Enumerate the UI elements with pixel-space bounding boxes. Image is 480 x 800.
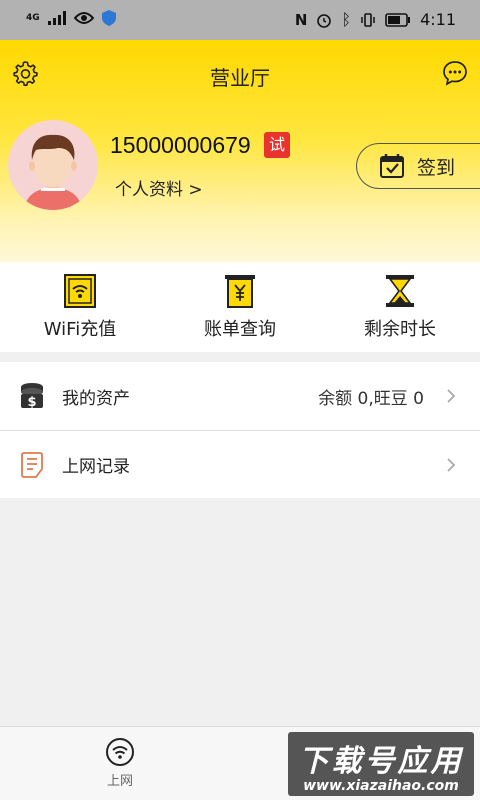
document-icon (21, 451, 43, 478)
quick-action-bill-query[interactable]: 账单查询 (160, 262, 320, 352)
signin-label: 签到 (417, 156, 456, 179)
watermark: 下载号应用 www.xiazaihao.com (288, 732, 474, 796)
watermark-url: www.xiazaihao.com (303, 778, 459, 794)
status-bar: 4G N ᛒ 4:11 (0, 0, 480, 40)
wifi-icon (106, 738, 134, 766)
quick-actions: WiFi充值 账单查询 剩余时长 (0, 262, 480, 352)
bill-icon (225, 275, 255, 308)
trial-badge: 试 (264, 132, 290, 158)
list-item-label: 上网记录 (62, 457, 130, 477)
chat-bubble-icon (443, 61, 467, 86)
profile-link[interactable]: 个人资料 > (115, 175, 203, 200)
shield-icon (101, 10, 116, 26)
quick-action-label: 账单查询 (204, 319, 276, 340)
coins-icon: $ (21, 383, 43, 410)
hourglass-icon (386, 275, 414, 307)
nfc-icon: N (294, 10, 308, 29)
svg-text:$: $ (27, 395, 36, 410)
quick-action-wifi-recharge[interactable]: WiFi充值 (0, 262, 160, 352)
menu-list: $ 我的资产 余额 0,旺豆 0 上网记录 (0, 362, 480, 498)
page-title: 营业厅 (210, 66, 270, 90)
signin-button[interactable]: 签到 (356, 143, 480, 189)
calendar-check-icon (380, 154, 404, 178)
list-item-browsing-records[interactable]: 上网记录 (0, 430, 480, 498)
quick-action-label: 剩余时长 (364, 319, 436, 340)
assets-balance: 余额 0,旺豆 0 (318, 388, 424, 409)
watermark-title: 下载号应用 (298, 744, 464, 779)
battery-icon (385, 12, 411, 27)
avatar[interactable] (8, 120, 98, 210)
quick-action-label: WiFi充值 (43, 319, 117, 340)
clock-time: 4:11 (420, 10, 456, 29)
list-item-assets[interactable]: $ 我的资产 余额 0,旺豆 0 (0, 362, 480, 430)
profile-header: 营业厅 15000000679 试 个人资料 > 签到 (0, 40, 480, 262)
messages-button[interactable] (440, 58, 470, 88)
chevron-right-icon (447, 457, 456, 472)
user-avatar-icon (24, 134, 82, 210)
tab-internet[interactable]: 上网 (90, 737, 150, 789)
signal-icon (47, 11, 66, 25)
bluetooth-icon: ᛒ (341, 10, 352, 29)
vibrate-icon (361, 12, 375, 27)
list-item-label: 我的资产 (62, 388, 130, 409)
network-label: 4G (26, 13, 40, 23)
chevron-right-icon (447, 389, 456, 403)
eye-icon (73, 12, 94, 24)
wifi-card-icon (64, 274, 96, 308)
tab-label: 上网 (106, 774, 133, 789)
alarm-icon (317, 13, 332, 28)
phone-number: 15000000679 (110, 132, 251, 158)
quick-action-remaining-time[interactable]: 剩余时长 (320, 262, 480, 352)
